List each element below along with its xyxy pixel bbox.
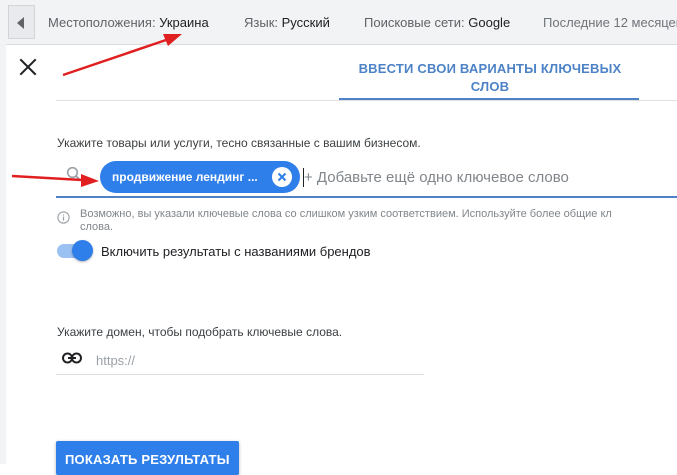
caret-left-icon bbox=[17, 17, 24, 29]
close-icon[interactable] bbox=[17, 56, 39, 78]
filter-language[interactable]: Язык: Русский bbox=[244, 15, 330, 30]
filter-network-value: Google bbox=[468, 15, 511, 30]
domain-input[interactable] bbox=[96, 350, 416, 370]
keyword-input-underline bbox=[56, 196, 677, 198]
search-icon bbox=[66, 166, 82, 187]
filter-language-label: Язык: bbox=[244, 15, 278, 30]
filter-network[interactable]: Поисковые сети: Google bbox=[364, 15, 510, 30]
domain-hint: Укажите домен, чтобы подобрать ключевые … bbox=[57, 325, 343, 339]
tab-divider bbox=[56, 100, 677, 101]
filter-location[interactable]: Местоположения: Украина bbox=[48, 15, 209, 30]
panel-edge bbox=[0, 44, 6, 464]
products-hint: Укажите товары или услуги, тесно связанн… bbox=[57, 136, 421, 150]
filter-location-value: Украина bbox=[159, 15, 209, 30]
back-button[interactable] bbox=[8, 5, 35, 39]
brand-toggle-knob[interactable] bbox=[72, 240, 93, 261]
brand-toggle-label: Включить результаты с названиями брендов bbox=[101, 244, 371, 259]
show-results-button[interactable]: ПОКАЗАТЬ РЕЗУЛЬТАТЫ bbox=[56, 441, 239, 475]
chip-remove-icon[interactable] bbox=[272, 167, 292, 187]
filter-location-label: Местоположения: bbox=[48, 15, 156, 30]
tab-enter-keywords[interactable]: ВВЕСТИ СВОИ ВАРИАНТЫ КЛЮЧЕВЫХ СЛОВ bbox=[352, 60, 628, 96]
narrow-match-warning-cont: слова. bbox=[80, 221, 114, 233]
filter-network-label: Поисковые сети: bbox=[364, 15, 465, 30]
filter-language-value: Русский bbox=[281, 15, 330, 30]
filter-period[interactable]: Последние 12 месяцев bbox=[543, 15, 677, 30]
arrow-to-keyword-chip bbox=[11, 174, 99, 187]
info-icon bbox=[57, 211, 70, 229]
show-results-label: ПОКАЗАТЬ РЕЗУЛЬТАТЫ bbox=[65, 452, 230, 467]
keyword-chip[interactable]: продвижение лендинг ... bbox=[100, 161, 300, 193]
link-icon bbox=[62, 351, 82, 369]
narrow-match-warning: Возможно, вы указали ключевые слова со с… bbox=[80, 208, 612, 220]
domain-input-underline bbox=[56, 374, 424, 375]
keyword-chip-label: продвижение лендинг ... bbox=[112, 170, 258, 184]
add-keyword-input[interactable]: + Добавьте ещё одно ключевое слово bbox=[304, 169, 569, 186]
